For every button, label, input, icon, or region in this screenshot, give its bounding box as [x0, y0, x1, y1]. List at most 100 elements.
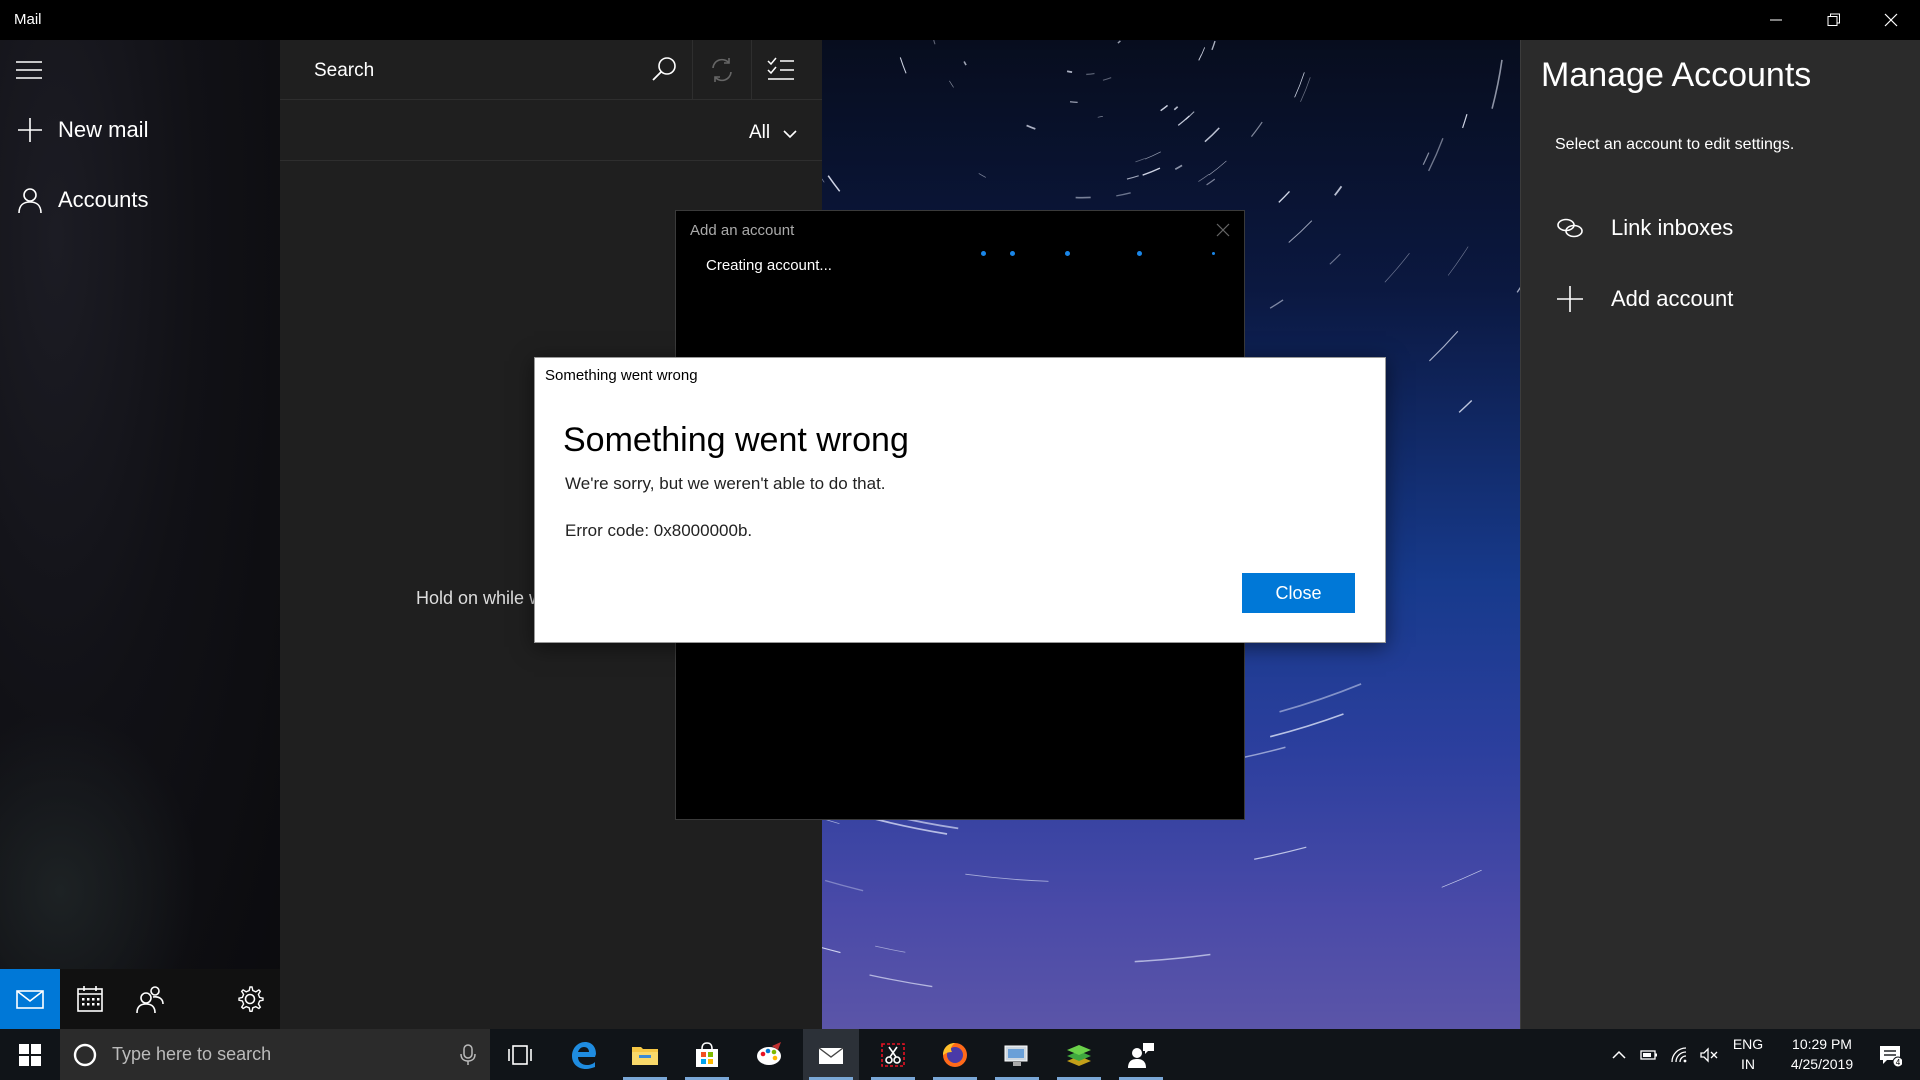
hamburger-menu-icon[interactable]	[14, 58, 44, 82]
calendar-icon	[77, 986, 103, 1012]
monitor-icon	[1004, 1045, 1028, 1066]
link-inboxes-label: Link inboxes	[1611, 215, 1734, 240]
restore-icon	[1827, 13, 1840, 26]
add-account-dialog-title: Add an account	[690, 222, 795, 239]
calendar-app-button[interactable]	[60, 969, 120, 1029]
wifi-icon	[1671, 1046, 1687, 1062]
plus-icon	[18, 118, 42, 142]
app-switcher-bar	[0, 969, 280, 1029]
scissors-icon	[881, 1042, 905, 1067]
cortana-icon	[73, 1043, 97, 1066]
show-hidden-icons-button[interactable]	[1605, 1029, 1633, 1080]
mail-icon	[16, 990, 44, 1009]
selection-mode-icon[interactable]	[765, 54, 797, 86]
plus-icon	[1557, 286, 1583, 312]
progress-dot	[1212, 252, 1215, 255]
chevron-down-icon[interactable]	[782, 126, 798, 142]
mail-app-button[interactable]	[0, 969, 60, 1029]
taskbar-search-box[interactable]: Type here to search	[60, 1029, 490, 1080]
volume-button[interactable]	[1695, 1029, 1723, 1080]
region-code: IN	[1741, 1056, 1755, 1072]
restore-button[interactable]	[1805, 0, 1863, 40]
battery-icon	[1640, 1049, 1657, 1060]
folder-icon	[632, 1046, 658, 1065]
minimize-icon	[1770, 19, 1782, 21]
minimize-button[interactable]	[1747, 0, 1805, 40]
firefox-icon	[943, 1042, 967, 1067]
manage-accounts-subtitle: Select an account to edit settings.	[1555, 136, 1795, 153]
app-title: Mail	[14, 11, 42, 28]
chevron-up-icon	[1612, 1050, 1626, 1059]
person-chat-icon	[1128, 1042, 1154, 1068]
store-icon	[696, 1041, 718, 1067]
task-view-icon	[508, 1044, 532, 1065]
new-mail-button[interactable]: New mail	[16, 116, 148, 144]
error-code: Error code: 0x8000000b.	[565, 521, 753, 540]
clock-button[interactable]: 10:29 PM 4/25/2019	[1776, 1034, 1868, 1074]
speaker-muted-icon	[1700, 1046, 1718, 1063]
mail-taskbar-button[interactable]	[803, 1029, 859, 1080]
wifi-button[interactable]	[1665, 1029, 1693, 1080]
error-heading: Something went wrong	[563, 421, 909, 459]
error-message: We're sorry, but we weren't able to do t…	[565, 474, 886, 493]
progress-dot	[981, 251, 986, 256]
manage-accounts-pane: Manage Accounts Select an account to edi…	[1520, 40, 1920, 1029]
loading-message: Hold on while w	[416, 588, 543, 608]
filter-row	[280, 100, 822, 161]
clock-date: 4/25/2019	[1790, 1056, 1854, 1072]
notification-count: 4	[1896, 1058, 1901, 1067]
store-taskbar-button[interactable]	[679, 1029, 735, 1080]
people-app-button[interactable]	[120, 969, 180, 1029]
taskbar: Type here to search ENG IN 10:29 PM 4/25…	[0, 1029, 1920, 1080]
add-account-button[interactable]: Add account	[1555, 284, 1733, 314]
file-explorer-taskbar-button[interactable]	[617, 1029, 673, 1080]
close-button[interactable]: Close	[1242, 573, 1355, 613]
close-icon	[1884, 13, 1898, 27]
start-button[interactable]	[0, 1029, 60, 1080]
settings-button[interactable]	[220, 969, 280, 1029]
link-inboxes-button[interactable]: Link inboxes	[1555, 213, 1733, 243]
microphone-icon[interactable]	[458, 1044, 478, 1066]
input-language-button[interactable]: ENG IN	[1728, 1034, 1768, 1074]
snipping-tool-taskbar-button[interactable]	[865, 1029, 921, 1080]
accounts-button[interactable]: Accounts	[16, 186, 149, 214]
stacked-layers-icon	[1067, 1044, 1091, 1066]
battery-button[interactable]	[1635, 1029, 1663, 1080]
title-bar: Mail	[0, 0, 1920, 40]
contact-support-taskbar-button[interactable]	[1113, 1029, 1169, 1080]
taskbar-search-placeholder: Type here to search	[112, 1044, 272, 1064]
filter-dropdown[interactable]: All	[749, 122, 770, 144]
progress-dot	[1065, 251, 1070, 256]
add-account-label: Add account	[1611, 286, 1734, 311]
windows-logo-icon	[19, 1043, 41, 1066]
firefox-taskbar-button[interactable]	[927, 1029, 983, 1080]
edge-icon	[572, 1041, 596, 1069]
gear-icon	[238, 986, 264, 1012]
left-navigation-pane: New mail Accounts	[0, 40, 280, 1029]
sync-button[interactable]	[692, 40, 752, 100]
search-input[interactable]: Search	[314, 60, 374, 82]
search-icon[interactable]	[650, 54, 680, 84]
close-window-button[interactable]	[1862, 0, 1920, 40]
action-center-button[interactable]: 4	[1868, 1029, 1912, 1080]
person-icon	[18, 188, 42, 214]
progress-dot	[1137, 251, 1142, 256]
notification-icon: 4	[1880, 1045, 1902, 1067]
remote-desktop-taskbar-button[interactable]	[989, 1029, 1045, 1080]
error-dialog-caption: Something went wrong	[545, 367, 698, 384]
search-row: Search	[280, 40, 822, 100]
language-code: ENG	[1732, 1036, 1764, 1052]
sync-icon	[712, 58, 732, 82]
creating-account-status: Creating account...	[706, 257, 832, 274]
progress-dot	[1010, 251, 1015, 256]
paint3d-taskbar-button[interactable]	[741, 1029, 797, 1080]
close-icon[interactable]	[1216, 223, 1230, 237]
accounts-label: Accounts	[58, 187, 149, 212]
people-icon	[136, 986, 164, 1014]
edge-taskbar-button[interactable]	[556, 1029, 612, 1080]
error-dialog: Something went wrong Something went wron…	[534, 357, 1386, 643]
bluestacks-taskbar-button[interactable]	[1051, 1029, 1107, 1080]
task-view-button[interactable]	[492, 1029, 548, 1080]
manage-accounts-title: Manage Accounts	[1541, 56, 1812, 94]
clock-time: 10:29 PM	[1792, 1036, 1852, 1052]
